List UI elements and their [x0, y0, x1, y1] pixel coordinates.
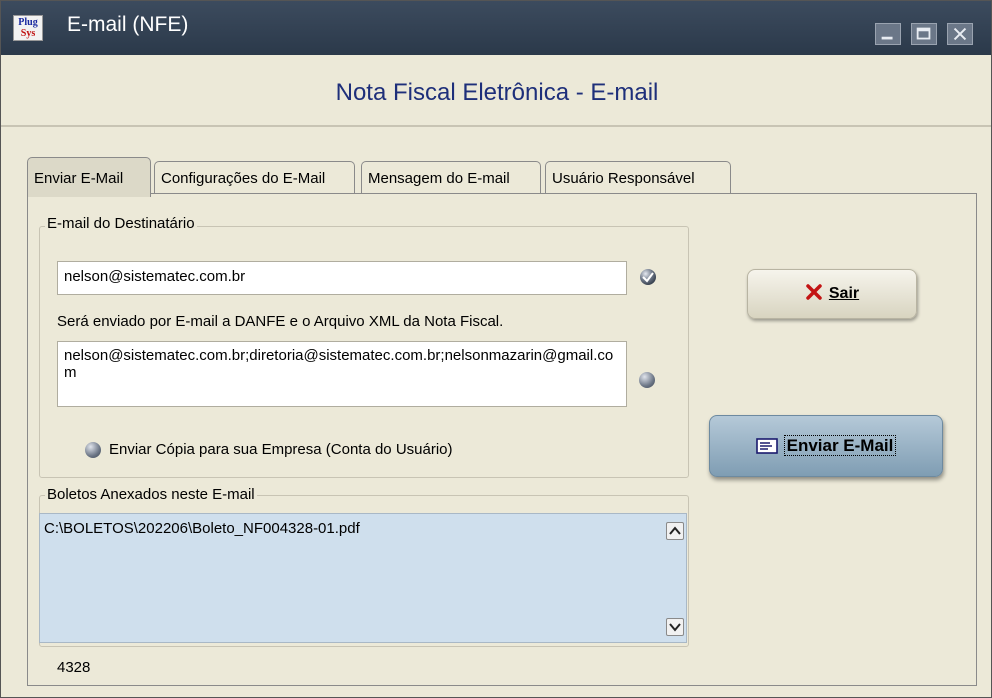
email-nfe-window: Plug Sys E-mail (NFE) Nota Fiscal Eletrô… [0, 0, 992, 698]
minimize-button[interactable] [875, 23, 901, 45]
close-button[interactable] [947, 23, 973, 45]
check-icon[interactable] [638, 267, 658, 287]
scroll-down-button[interactable] [666, 618, 684, 636]
page-title: Nota Fiscal Eletrônica - E-mail [335, 79, 659, 106]
scroll-up-button[interactable] [666, 522, 684, 540]
envelope-icon [755, 438, 778, 454]
enviar-label: Enviar E-Mail [783, 435, 897, 456]
attachments-group-label: Boletos Anexados neste E-mail [45, 486, 257, 503]
title-bar[interactable]: Plug Sys E-mail (NFE) [1, 1, 991, 55]
enviar-email-button[interactable]: Enviar E-Mail [709, 415, 943, 477]
emails-option-radio[interactable] [639, 372, 655, 388]
maximize-button[interactable] [911, 23, 937, 45]
tab-mensagem[interactable]: Mensagem do E-mail [361, 161, 541, 195]
recipient-emails-textarea[interactable]: nelson@sistematec.com.br;diretoria@siste… [57, 341, 627, 407]
window-title: E-mail (NFE) [67, 13, 189, 36]
chevron-up-icon [669, 526, 681, 535]
list-item[interactable]: C:\BOLETOS\202206\Boleto_NF004328-01.pdf [44, 520, 360, 537]
app-logo-icon: Plug Sys [13, 15, 43, 41]
tab-enviar-email[interactable]: Enviar E-Mail [27, 157, 151, 197]
copy-option-radio[interactable] [85, 442, 101, 458]
minimize-icon [881, 36, 893, 40]
maximize-icon [916, 27, 931, 40]
sair-button[interactable]: Sair [747, 269, 917, 319]
tab-usuario-responsavel[interactable]: Usuário Responsável [545, 161, 731, 195]
close-x-icon [806, 284, 822, 300]
recipient-group-label: E-mail do Destinatário [45, 215, 197, 232]
tab-configuracoes[interactable]: Configurações do E-Mail [154, 161, 355, 195]
recipient-email-input[interactable]: nelson@sistematec.com.br [57, 261, 627, 295]
close-icon [953, 27, 967, 41]
info-text: Será enviado por E-mail a DANFE e o Arqu… [57, 313, 504, 330]
copy-option-label[interactable]: Enviar Cópia para sua Empresa (Conta do … [109, 441, 453, 458]
chevron-down-icon [669, 623, 681, 632]
sair-label: Sair [828, 285, 860, 302]
attachments-listbox[interactable]: C:\BOLETOS\202206\Boleto_NF004328-01.pdf [39, 513, 687, 643]
nf-code: 4328 [57, 659, 91, 676]
